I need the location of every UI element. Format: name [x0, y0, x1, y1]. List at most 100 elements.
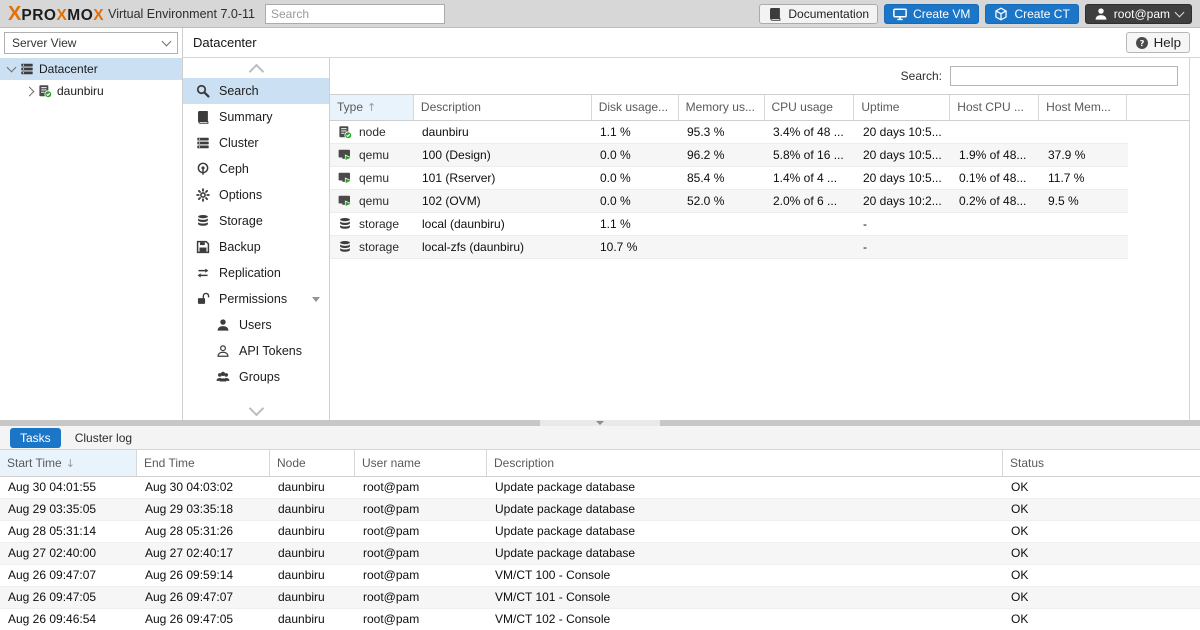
- type-cell: storage: [330, 213, 414, 235]
- user-cell: root@pam: [355, 587, 487, 608]
- description-cell: local-zfs (daunbiru): [414, 236, 592, 258]
- menu-item-label: Backup: [219, 240, 261, 254]
- status-cell: OK: [1003, 565, 1200, 586]
- host_cpu-cell: [951, 236, 1040, 258]
- task-row[interactable]: Aug 26 09:46:54Aug 26 09:47:05daunbiruro…: [0, 609, 1200, 630]
- task-row[interactable]: Aug 28 05:31:14Aug 28 05:31:26daunbiruro…: [0, 521, 1200, 543]
- create-vm-button[interactable]: Create VM: [884, 4, 979, 24]
- start-cell: Aug 26 09:47:07: [0, 565, 137, 586]
- menu-item-permissions[interactable]: Permissions: [183, 286, 329, 312]
- start-cell: Aug 26 09:46:54: [0, 609, 137, 630]
- menu-item-ceph[interactable]: Ceph: [183, 156, 329, 182]
- menu-scroll-down[interactable]: [183, 400, 329, 420]
- column-header-disk-usage[interactable]: Disk usage...: [592, 95, 679, 120]
- resource-row-local-zfs-daunbiru[interactable]: storagelocal-zfs (daunbiru)10.7 %-: [330, 236, 1128, 259]
- column-header-user-name[interactable]: User name: [355, 450, 487, 476]
- menu-item-backup[interactable]: Backup: [183, 234, 329, 260]
- create-ct-button[interactable]: Create CT: [985, 4, 1078, 24]
- user-menu-button[interactable]: root@pam: [1085, 4, 1192, 24]
- host_mem-cell: [1040, 236, 1128, 258]
- tab-tasks[interactable]: Tasks: [10, 428, 61, 448]
- menu-item-replication[interactable]: Replication: [183, 260, 329, 286]
- tab-cluster-log[interactable]: Cluster log: [65, 428, 142, 448]
- resource-row-101-rserver[interactable]: qemu101 (Rserver)0.0 %85.4 %1.4% of 4 ..…: [330, 167, 1128, 190]
- tree-item-datacenter[interactable]: Datacenter: [0, 58, 182, 80]
- task-row[interactable]: Aug 27 02:40:00Aug 27 02:40:17daunbiruro…: [0, 543, 1200, 565]
- menu-item-search[interactable]: Search: [183, 78, 329, 104]
- users-icon: [216, 370, 230, 384]
- memory-cell: 85.4 %: [679, 167, 765, 189]
- menu-panel: SearchSummaryClusterCephOptionsStorage Ba…: [183, 58, 330, 420]
- page-title: Datacenter: [193, 35, 257, 50]
- description-cell: 102 (OVM): [414, 190, 592, 212]
- menu-scroll-up[interactable]: [183, 58, 329, 78]
- column-header-uptime[interactable]: Uptime: [854, 95, 950, 120]
- expand-arrow-icon[interactable]: [7, 63, 17, 73]
- type-label: qemu: [359, 190, 389, 212]
- task-row[interactable]: Aug 26 09:47:07Aug 26 09:59:14daunbiruro…: [0, 565, 1200, 587]
- resource-row-local-daunbiru[interactable]: storagelocal (daunbiru)1.1 %-: [330, 213, 1128, 236]
- resource-row-102-ovm[interactable]: qemu102 (OVM)0.0 %52.0 %2.0% of 6 ...20 …: [330, 190, 1128, 213]
- menu-item-cluster[interactable]: Cluster: [183, 130, 329, 156]
- column-header-label: Host Mem...: [1046, 100, 1111, 114]
- help-label: Help: [1154, 35, 1181, 50]
- ceph-icon: [196, 162, 210, 176]
- column-header-end-time[interactable]: End Time: [137, 450, 270, 476]
- column-header-memory-us[interactable]: Memory us...: [679, 95, 765, 120]
- column-header-description[interactable]: Description: [487, 450, 1003, 476]
- column-header-host-cpu[interactable]: Host CPU ...: [950, 95, 1039, 120]
- task-row[interactable]: Aug 30 04:01:55Aug 30 04:03:02daunbiruro…: [0, 477, 1200, 499]
- db-icon: [196, 214, 210, 228]
- chevron-down-icon: [1175, 7, 1185, 17]
- disk-cell: 1.1 %: [592, 213, 679, 235]
- node-icon: [38, 84, 52, 98]
- collapse-arrow-icon[interactable]: [25, 86, 35, 96]
- tree-item-label: Datacenter: [39, 62, 98, 76]
- column-header-cpu-usage[interactable]: CPU usage: [765, 95, 855, 120]
- menu-item-options[interactable]: Options: [183, 182, 329, 208]
- tree-item-label: daunbiru: [57, 84, 104, 98]
- collapse-arrow-icon[interactable]: [312, 297, 320, 302]
- resource-row-100-design[interactable]: qemu100 (Design)0.0 %96.2 %5.8% of 16 ..…: [330, 144, 1128, 167]
- menu-item-users[interactable]: Users: [183, 312, 329, 338]
- view-selector-combobox[interactable]: Server View: [4, 32, 178, 54]
- book-icon: [196, 110, 210, 124]
- resource-row-daunbiru[interactable]: nodedaunbiru1.1 %95.3 %3.4% of 48 ...20 …: [330, 121, 1128, 144]
- uptime-cell: 20 days 10:5...: [855, 121, 951, 143]
- menu-item-api-tokens[interactable]: API Tokens: [183, 338, 329, 364]
- tree-item-daunbiru[interactable]: daunbiru: [0, 80, 182, 102]
- documentation-button[interactable]: Documentation: [759, 4, 878, 24]
- task-row[interactable]: Aug 26 09:47:05Aug 26 09:47:07daunbiruro…: [0, 587, 1200, 609]
- menu-item-storage[interactable]: Storage: [183, 208, 329, 234]
- tasks-panel: Tasks Cluster log Start Time↓End TimeNod…: [0, 426, 1200, 630]
- task-row[interactable]: Aug 29 03:35:05Aug 29 03:35:18daunbiruro…: [0, 499, 1200, 521]
- column-header-start-time[interactable]: Start Time↓: [0, 450, 137, 476]
- user-solid-icon: [216, 318, 230, 332]
- content-body: SearchSummaryClusterCephOptionsStorage Ba…: [183, 58, 1200, 420]
- user-cell: root@pam: [355, 543, 487, 564]
- cpu-cell: [765, 236, 855, 258]
- status-cell: OK: [1003, 521, 1200, 542]
- menu-item-groups[interactable]: Groups: [183, 364, 329, 390]
- global-search-input[interactable]: [265, 4, 445, 24]
- column-header-label: Start Time: [7, 456, 62, 470]
- table-search-input[interactable]: [950, 66, 1178, 86]
- uptime-cell: 20 days 10:5...: [855, 144, 951, 166]
- help-button[interactable]: ? Help: [1126, 32, 1190, 53]
- resource-table-header: Type↑DescriptionDisk usage...Memory us..…: [330, 94, 1189, 121]
- server-stack-icon: [196, 136, 210, 150]
- description-cell: local (daunbiru): [414, 213, 592, 235]
- column-header-host-mem[interactable]: Host Mem...: [1039, 95, 1127, 120]
- column-header-description[interactable]: Description: [414, 95, 592, 120]
- column-header-node[interactable]: Node: [270, 450, 355, 476]
- end-cell: Aug 26 09:47:05: [137, 609, 270, 630]
- status-cell: OK: [1003, 609, 1200, 630]
- user-cell: root@pam: [355, 521, 487, 542]
- datacenter-icon: [20, 62, 34, 76]
- column-header-empty[interactable]: [1127, 95, 1189, 120]
- menu-item-summary[interactable]: Summary: [183, 104, 329, 130]
- status-cell: OK: [1003, 477, 1200, 498]
- menu-list: SearchSummaryClusterCephOptionsStorage Ba…: [183, 78, 329, 400]
- column-header-status[interactable]: Status: [1003, 450, 1200, 476]
- column-header-type[interactable]: Type↑: [330, 95, 414, 120]
